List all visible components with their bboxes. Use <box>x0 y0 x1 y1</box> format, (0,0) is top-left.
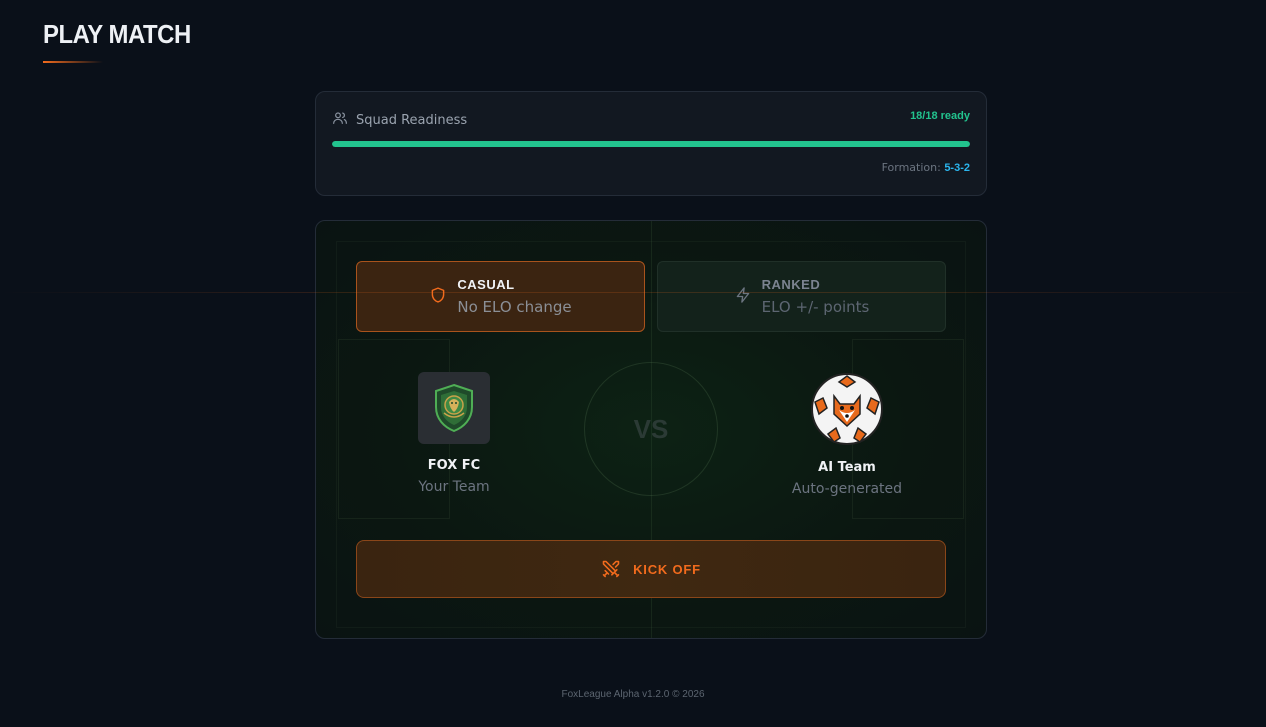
ranked-mode-description: ELO +/- points <box>761 298 870 316</box>
readiness-progress-bar <box>332 141 970 147</box>
away-team-name: AI Team <box>818 460 876 475</box>
horizontal-accent-line <box>0 292 1266 293</box>
squad-readiness-card: Squad Readiness 18/18 ready Formation: 5… <box>315 91 987 196</box>
casual-mode-description: No ELO change <box>457 298 572 316</box>
title-underline <box>43 61 103 63</box>
away-team: AI Team Auto-generated <box>762 372 932 497</box>
squad-readiness-label: Squad Readiness <box>356 112 468 128</box>
away-team-subtitle: Auto-generated <box>791 481 903 497</box>
fox-ball-icon <box>810 372 884 446</box>
crossed-swords-icon <box>601 559 621 579</box>
lightning-icon <box>734 286 752 308</box>
users-icon <box>332 110 348 130</box>
ranked-mode-label: RANKED <box>761 277 821 292</box>
vs-label: VS <box>633 414 669 444</box>
casual-mode-label: CASUAL <box>457 277 515 292</box>
formation-label: Formation: <box>881 161 941 174</box>
formation-value: 5-3-2 <box>944 162 970 174</box>
home-team-subtitle: Your Team <box>418 479 490 495</box>
lion-crest-icon <box>418 372 490 444</box>
match-setup-card: CASUAL No ELO change RANKED ELO +/- poin… <box>315 220 987 639</box>
page-title: PLAY MATCH <box>43 19 191 49</box>
casual-mode-button[interactable]: CASUAL No ELO change <box>356 261 645 332</box>
home-team-name: FOX FC <box>427 458 481 473</box>
home-team: FOX FC Your Team <box>369 372 539 495</box>
shield-icon <box>429 286 447 308</box>
readiness-progress-fill <box>332 141 970 147</box>
kick-off-label: KICK OFF <box>633 561 701 577</box>
kick-off-button[interactable]: KICK OFF <box>356 540 946 598</box>
squad-readiness-header: Squad Readiness <box>332 110 467 130</box>
ready-count: 18/18 ready <box>910 110 970 122</box>
formation-info: Formation: 5-3-2 <box>882 161 970 174</box>
footer-version: FoxLeague Alpha v1.2.0 © 2026 <box>561 689 705 700</box>
ranked-mode-button[interactable]: RANKED ELO +/- points <box>657 261 946 332</box>
